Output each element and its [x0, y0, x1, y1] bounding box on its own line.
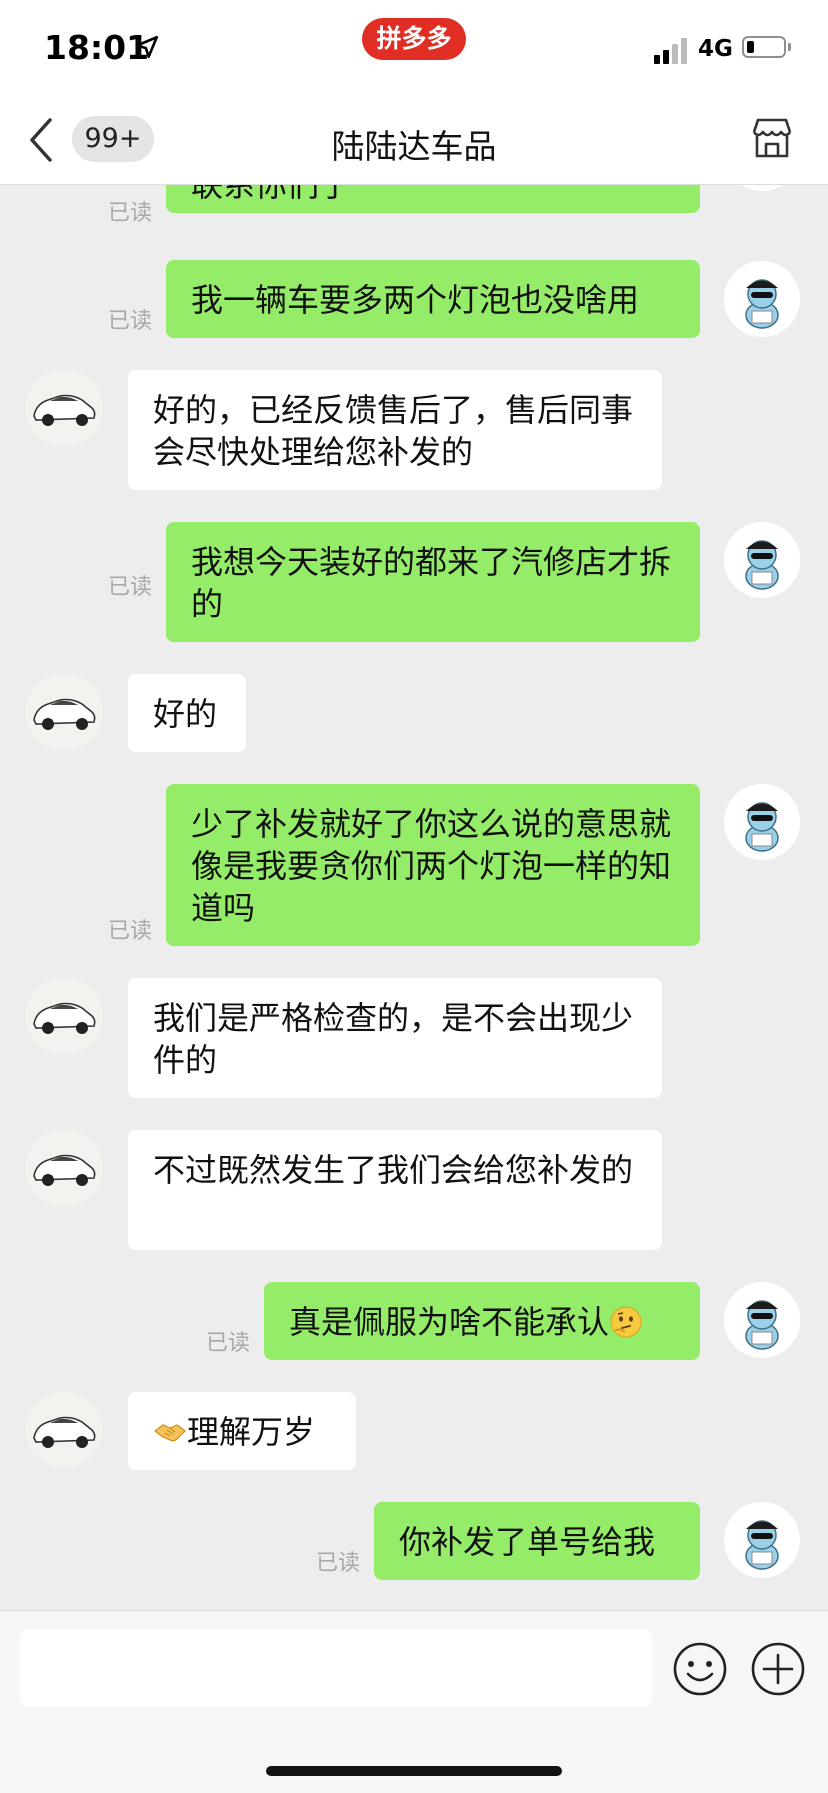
home-indicator	[266, 1766, 562, 1776]
user-avatar[interactable]	[724, 1502, 800, 1578]
read-receipt: 已读	[206, 1331, 251, 1356]
user-avatar[interactable]	[724, 185, 800, 191]
read-receipt: 已读	[108, 201, 153, 226]
read-receipt: 已读	[108, 309, 153, 334]
car-avatar-icon	[26, 370, 102, 446]
chat-list[interactable]: 已读 联系你们了 已读 我一辆车要多两个灯泡也没啥用 好的，已经反馈售后了，售后…	[0, 185, 828, 1610]
message-bubble-incoming[interactable]: 理解万岁	[128, 1392, 356, 1470]
message-bubble-outgoing[interactable]: 你补发了单号给我	[374, 1502, 700, 1580]
read-receipt: 已读	[108, 919, 153, 944]
input-bar	[0, 1610, 828, 1793]
message-input[interactable]	[20, 1629, 652, 1707]
shop-avatar[interactable]	[26, 1130, 102, 1206]
user-avatar[interactable]	[724, 1282, 800, 1358]
shop-avatar[interactable]	[26, 674, 102, 750]
message-bubble-outgoing[interactable]: 真是佩服为啥不能承认	[264, 1282, 700, 1360]
nav-bar: 99+ 陆陆达车品	[0, 96, 828, 185]
shop-avatar[interactable]	[26, 1392, 102, 1468]
message-bubble-incoming[interactable]: 不过既然发生了我们会给您补发的	[128, 1130, 662, 1250]
user-avatar-icon	[724, 261, 800, 337]
handshake-icon	[154, 1424, 186, 1442]
message-bubble-incoming[interactable]: 好的	[128, 674, 246, 752]
shop-avatar[interactable]	[26, 978, 102, 1054]
network-type: 4G	[698, 36, 733, 62]
emoji-icon[interactable]	[672, 1641, 728, 1697]
location-arrow-icon	[135, 35, 159, 59]
signal-icon	[654, 36, 690, 64]
message-bubble-outgoing[interactable]: 联系你们了	[166, 185, 700, 213]
user-avatar-icon	[724, 784, 800, 860]
message-bubble-outgoing[interactable]: 我想今天装好的都来了汽修店才拆的	[166, 522, 700, 642]
read-receipt: 已读	[108, 575, 153, 600]
app-badge: 拼多多	[362, 18, 466, 60]
car-avatar-icon	[26, 1130, 102, 1206]
car-avatar-icon	[26, 978, 102, 1054]
user-avatar-icon	[724, 185, 800, 191]
car-avatar-icon	[26, 674, 102, 750]
message-bubble-incoming[interactable]: 我们是严格检查的，是不会出现少件的	[128, 978, 662, 1098]
message-text: 真是佩服为啥不能承认	[289, 1303, 610, 1341]
user-avatar-icon	[724, 1282, 800, 1358]
shop-avatar[interactable]	[26, 370, 102, 446]
plus-icon[interactable]	[750, 1641, 806, 1697]
message-text: 理解万岁	[187, 1413, 316, 1451]
thinking-face-icon	[610, 1306, 642, 1338]
user-avatar-icon	[724, 1502, 800, 1578]
read-receipt: 已读	[316, 1551, 361, 1576]
message-bubble-outgoing[interactable]: 我一辆车要多两个灯泡也没啥用	[166, 260, 700, 338]
store-icon[interactable]	[748, 114, 796, 162]
user-avatar[interactable]	[724, 522, 800, 598]
message-bubble-incoming[interactable]: 好的，已经反馈售后了，售后同事会尽快处理给您补发的	[128, 370, 662, 490]
message-bubble-outgoing[interactable]: 少了补发就好了你这么说的意思就像是我要贪你们两个灯泡一样的知道吗	[166, 784, 700, 946]
user-avatar[interactable]	[724, 261, 800, 337]
battery-icon	[742, 36, 786, 58]
user-avatar-icon	[724, 522, 800, 598]
car-avatar-icon	[26, 1392, 102, 1468]
status-bar: 18:01 拼多多 4G	[0, 0, 828, 96]
page-title: 陆陆达车品	[331, 127, 497, 166]
user-avatar[interactable]	[724, 784, 800, 860]
